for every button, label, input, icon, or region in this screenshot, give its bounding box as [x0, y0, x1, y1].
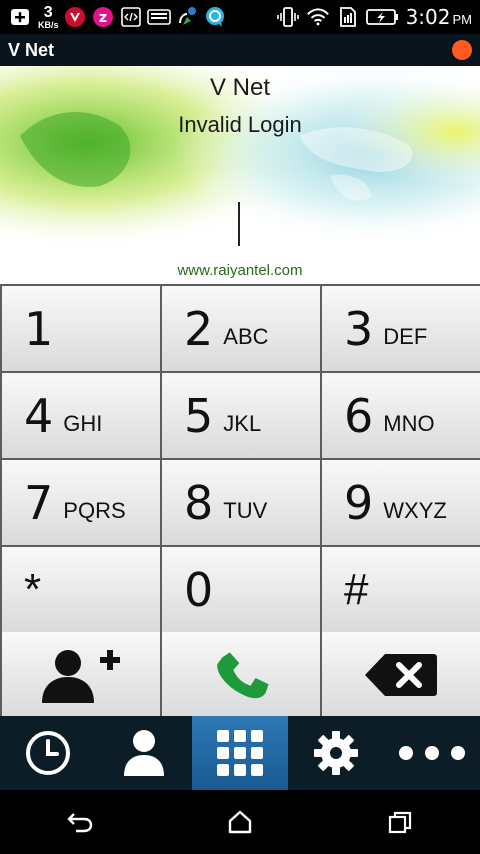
- add-box-icon: [8, 5, 32, 29]
- nav-recents-button[interactable]: [370, 790, 430, 854]
- tab-settings[interactable]: [288, 716, 384, 790]
- circle-z-icon: z: [91, 5, 115, 29]
- key-symbol: *: [24, 564, 42, 614]
- key-letters: MNO: [383, 410, 435, 436]
- more-icon: [399, 746, 465, 760]
- sim-signal-icon: [336, 5, 360, 29]
- system-nav-bar: [0, 790, 480, 854]
- key-digit: 2: [184, 301, 214, 356]
- key-letters: TUV: [223, 497, 268, 523]
- history-icon: [26, 731, 70, 775]
- recents-icon: [388, 811, 412, 834]
- connection-status-dot: [452, 40, 472, 60]
- app-title: V Net: [8, 39, 55, 60]
- key-star[interactable]: *: [2, 547, 160, 632]
- key-3[interactable]: 3 DEF: [322, 286, 480, 371]
- key-digit: 4: [24, 388, 54, 443]
- add-contact-button[interactable]: [2, 632, 160, 717]
- website-link: www.raiyantel.com: [177, 262, 303, 279]
- key-letters: JKL: [223, 410, 262, 436]
- keyboard-icon: [146, 5, 171, 29]
- nav-home-button[interactable]: [210, 790, 270, 854]
- brand-name: V Net: [209, 74, 271, 101]
- contacts-icon: [124, 730, 164, 776]
- backspace-icon: [322, 632, 480, 717]
- home-icon: [228, 810, 252, 834]
- nav-back-button[interactable]: [50, 790, 110, 854]
- call-button[interactable]: [162, 632, 320, 717]
- key-hash[interactable]: #: [322, 547, 480, 632]
- dialpad-icon: [217, 730, 263, 776]
- clock: 3:02 PM: [406, 5, 472, 29]
- key-digit: 3: [344, 301, 374, 356]
- wifi-calling-icon: [175, 5, 199, 29]
- status-bar: 3 KB/s z 3:02 PM: [0, 0, 480, 34]
- number-input-cursor[interactable]: [238, 202, 240, 246]
- call-icon: [162, 632, 320, 717]
- key-digit: 1: [24, 301, 54, 356]
- key-5[interactable]: 5 JKL: [162, 373, 320, 458]
- clock-ampm: PM: [452, 12, 473, 27]
- svg-text:z: z: [98, 10, 106, 26]
- battery-charging-icon: [365, 5, 400, 29]
- settings-icon: [314, 731, 358, 775]
- chat-bubble-icon: [203, 5, 227, 29]
- key-4[interactable]: 4 GHI: [2, 373, 160, 458]
- key-7[interactable]: 7 PQRS: [2, 460, 160, 545]
- add-contact-icon: [2, 632, 160, 717]
- back-icon: [67, 813, 93, 833]
- clock-time: 3:02: [405, 5, 451, 29]
- code-icon: [119, 5, 143, 29]
- vibrate-icon: [276, 5, 300, 29]
- tab-more[interactable]: [384, 716, 480, 790]
- key-letters: ABC: [223, 323, 269, 349]
- key-1[interactable]: 1: [2, 286, 160, 371]
- wifi-icon: [306, 5, 330, 29]
- key-2[interactable]: 2 ABC: [162, 286, 320, 371]
- key-digit: 9: [344, 475, 374, 530]
- key-digit: 8: [184, 475, 214, 530]
- app-title-bar: V Net: [0, 34, 480, 66]
- key-digit: 6: [344, 388, 374, 443]
- key-0[interactable]: 0: [162, 547, 320, 632]
- key-digit: 5: [184, 388, 214, 443]
- backspace-button[interactable]: [322, 632, 480, 717]
- login-status: Invalid Login: [178, 112, 302, 137]
- key-symbol: #: [344, 564, 369, 614]
- bottom-tab-bar: [0, 716, 480, 790]
- dialer-display: V Net Invalid Login www.raiyantel.com: [0, 66, 480, 284]
- key-digit: 0: [184, 562, 214, 617]
- key-digit: 7: [24, 475, 54, 530]
- key-letters: DEF: [383, 323, 428, 349]
- key-letters: WXYZ: [383, 497, 447, 523]
- key-6[interactable]: 6 MNO: [322, 373, 480, 458]
- network-speed-unit: KB/s: [38, 19, 59, 30]
- shield-v-icon: [63, 5, 87, 29]
- tab-contacts[interactable]: [96, 716, 192, 790]
- tab-dialpad[interactable]: [192, 716, 288, 790]
- network-speed-value: 3: [43, 3, 53, 21]
- key-letters: PQRS: [63, 497, 126, 523]
- tab-history[interactable]: [0, 716, 96, 790]
- key-9[interactable]: 9 WXYZ: [322, 460, 480, 545]
- network-speed: 3 KB/s: [38, 3, 59, 30]
- key-letters: GHI: [63, 410, 103, 436]
- keypad: 1 2 ABC 3 DEF 4 GHI 5 JKL 6 MNO 7 PQRS 8 TUV 9W…: [0, 284, 480, 717]
- key-8[interactable]: 8 TUV: [162, 460, 320, 545]
